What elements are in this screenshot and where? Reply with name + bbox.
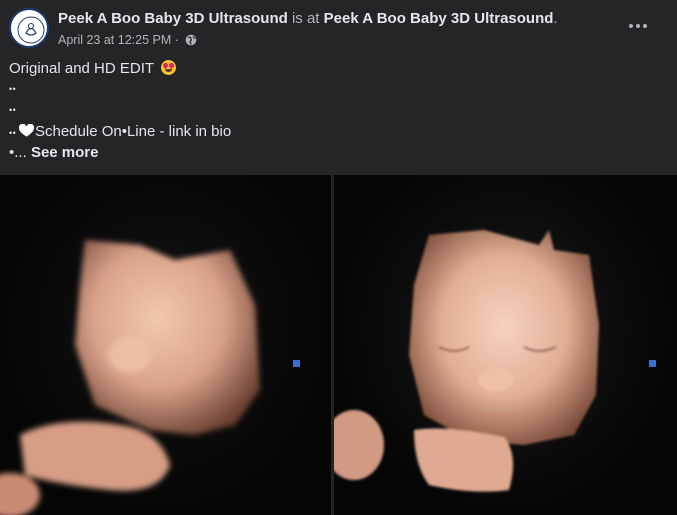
caption-line-5: •... See more [9, 142, 231, 163]
is-at-text: is at [291, 10, 320, 27]
caption-text-1: Original and HD EDIT [9, 60, 154, 77]
title-period: . [553, 10, 558, 27]
caption-line-1: Original and HD EDIT [9, 58, 231, 79]
caption-line-4: • • Schedule On•Line - link in bio [9, 121, 231, 142]
post-caption: Original and HD EDIT • • • • • • Schedul… [9, 58, 231, 163]
globe-icon[interactable] [185, 34, 197, 46]
caption-ellipsis: •... [9, 144, 27, 161]
schedule-text: Schedule On•Line - link in bio [34, 123, 232, 140]
ellipsis-icon [629, 24, 647, 28]
ultrasound-original-image [0, 240, 260, 515]
blue-marker-icon-2 [649, 360, 656, 367]
page-name-link[interactable]: Peek A Boo Baby 3D Ultrasound [58, 10, 288, 27]
post-meta: April 23 at 12:25 PM · [58, 32, 197, 48]
hd-edit-ultrasound-photo[interactable] [334, 175, 677, 515]
location-link[interactable]: Peek A Boo Baby 3D Ultrasound [324, 10, 554, 27]
post-title: Peek A Boo Baby 3D Ultrasound is at Peek… [58, 10, 558, 28]
post-header: Peek A Boo Baby 3D Ultrasound is at Peek… [0, 0, 677, 56]
caption-bullets: • • [9, 128, 16, 138]
meta-separator: · [174, 33, 179, 47]
page-avatar[interactable] [9, 8, 49, 48]
baby-logo-icon [17, 16, 45, 44]
star-struck-emoji-icon [160, 60, 176, 75]
blue-marker-icon [293, 360, 300, 367]
white-heart-icon [18, 124, 34, 137]
ultrasound-hd-image [334, 230, 599, 492]
see-more-link[interactable]: See more [31, 144, 99, 161]
timestamp-link[interactable]: April 23 at 12:25 PM [58, 33, 171, 47]
caption-line-2: • • [9, 84, 16, 94]
original-ultrasound-photo[interactable] [0, 175, 331, 515]
caption-line-3: • • [9, 105, 16, 115]
post-media [0, 175, 677, 515]
more-options-button[interactable] [620, 12, 656, 40]
